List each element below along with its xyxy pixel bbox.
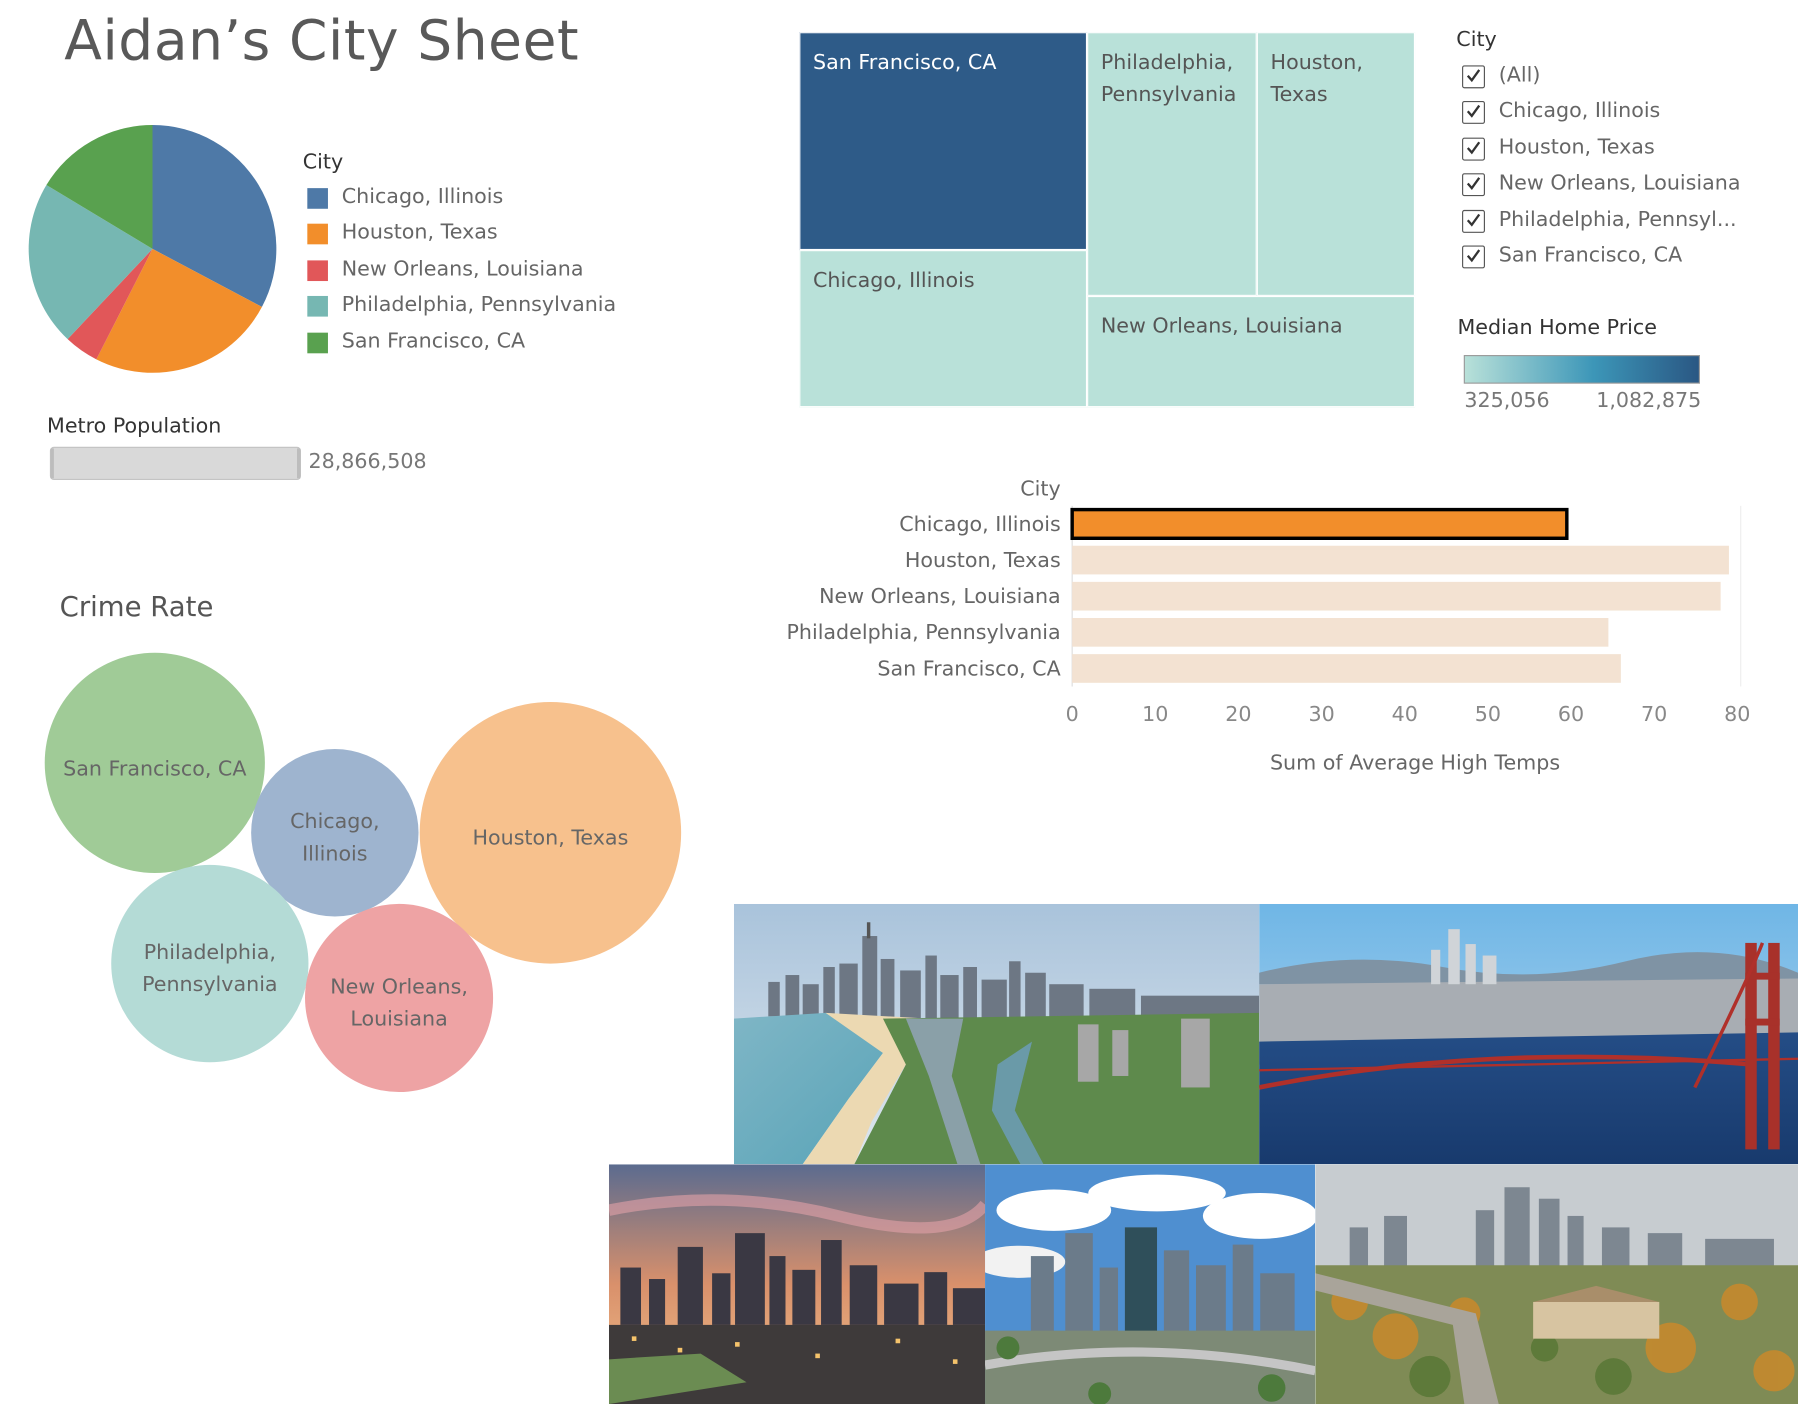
bubble-new-orleans[interactable]: New Orleans, Louisiana [305,903,494,1093]
legend-label: New Orleans, Louisiana [341,256,584,282]
checkbox[interactable] [1462,173,1485,197]
treemap-label-line-2: Texas [1270,82,1328,107]
check-icon [1466,249,1481,263]
checkbox[interactable] [1462,245,1485,269]
metro-population-title: Metro Population [47,414,222,439]
treemap-label-line-1: Philadelphia, [1100,50,1234,75]
metro-population-value: 28,866,508 [308,449,427,474]
treemap-label: Chicago, Illinois [813,268,975,293]
median-home-price-title: Median Home Price [1457,315,1657,340]
median-home-price-treemap[interactable]: San Francisco, CA Chicago, Illinois Phil… [799,32,1416,408]
bar-label-philadelphia: Philadelphia, Pennsylvania [786,620,1060,644]
filter-label: New Orleans, Louisiana [1498,170,1741,196]
crime-rate-bubble-chart[interactable]: San Francisco, CA Chicago, Illinois Hous… [34,642,688,1101]
bar-chart-title: City [1020,477,1060,501]
x-tick-label: 30 [1308,702,1334,726]
philadelphia-photo [1315,1164,1798,1404]
legend-swatch [307,188,328,209]
treemap-label: San Francisco, CA [813,50,997,75]
bar-chicago[interactable] [1070,507,1569,540]
treemap-label-line-2: Pennsylvania [1100,82,1237,107]
treemap-cell-san-francisco[interactable]: San Francisco, CA [799,32,1088,251]
treemap-label: New Orleans, Louisiana [1100,314,1343,339]
x-tick-label: 80 [1724,702,1750,726]
bar-new-orleans[interactable] [1072,581,1721,611]
bar-label-houston: Houston, Texas [905,548,1061,572]
legend-swatch [307,332,328,354]
pie-chart[interactable] [23,119,282,378]
new-orleans-photo [608,1164,986,1404]
bar-philadelphia[interactable] [1072,618,1609,647]
checkbox[interactable] [1462,100,1485,124]
filter-label: San Francisco, CA [1498,243,1683,268]
legend-swatch [307,295,328,317]
san-francisco-photo [1259,903,1798,1165]
bubble-label-line-1: Philadelphia, [144,940,276,964]
bubble-san-francisco[interactable]: San Francisco, CA [44,652,265,873]
median-home-price-min: 325,056 [1464,388,1550,413]
check-icon [1466,69,1481,83]
checkbox[interactable] [1462,137,1485,161]
legend-label: Chicago, Illinois [341,184,504,209]
legend-swatch [307,223,328,245]
legend-label: Houston, Texas [341,220,498,245]
average-high-temps-bar-chart[interactable]: City Sum of Average High Temps Chicago, … [757,465,1766,786]
bubble-label: Houston, Texas [473,825,629,849]
x-tick-label: 50 [1475,702,1501,726]
x-tick-label: 40 [1392,702,1418,726]
bar-label-san-francisco: San Francisco, CA [877,656,1060,680]
bubble-label-line-2: Pennsylvania [142,972,277,996]
x-tick-label: 0 [1066,702,1079,726]
filter-label: (All) [1498,63,1541,88]
bar-san-francisco[interactable] [1072,654,1621,683]
filter-label: Philadelphia, Pennsyl... [1498,207,1737,232]
filter-title: City [1456,27,1497,52]
check-icon [1466,177,1481,190]
metro-population-size-bar [49,446,302,481]
x-tick-label: 20 [1225,702,1251,726]
checkbox[interactable] [1462,65,1485,89]
treemap-cell-philadelphia[interactable]: Philadelphia, Pennsylvania [1087,32,1257,296]
check-icon [1466,104,1481,118]
bubble-label-line-1: Chicago, [290,809,379,833]
chicago-photo [733,903,1260,1165]
x-tick-label: 10 [1142,702,1168,726]
bar-label-new-orleans: New Orleans, Louisiana [819,584,1061,608]
crime-rate-title: Crime Rate [59,590,214,623]
bubble-philadelphia[interactable]: Philadelphia, Pennsylvania [111,864,309,1063]
treemap-label-line-1: Houston, [1270,50,1363,75]
x-tick-label: 70 [1641,702,1667,726]
x-tick-label: 60 [1558,702,1584,726]
filter-label: Chicago, Illinois [1498,98,1661,123]
bubble-label: San Francisco, CA [63,756,246,780]
bubble-label-line-1: New Orleans, [330,974,468,998]
bubble-label-line-2: Illinois [302,841,367,865]
legend-label: San Francisco, CA [341,329,526,354]
bar-label-chicago: Chicago, Illinois [899,512,1060,536]
legend-swatch [307,260,328,282]
pie-legend-title: City [302,150,344,175]
treemap-cell-new-orleans[interactable]: New Orleans, Louisiana [1087,295,1416,408]
x-axis-label: Sum of Average High Temps [1270,751,1560,775]
houston-photo [985,1164,1316,1404]
bubble-houston[interactable]: Houston, Texas [419,702,682,964]
page-title: Aidan’s City Sheet [64,9,580,74]
median-home-price-max: 1,082,875 [1596,388,1702,413]
check-icon [1466,141,1481,155]
filter-label: Houston, Texas [1498,135,1655,160]
bar-houston[interactable] [1072,545,1729,575]
legend-label: Philadelphia, Pennsylvania [341,292,617,317]
bubble-label-line-2: Louisiana [350,1007,447,1031]
checkbox[interactable] [1462,209,1485,233]
median-home-price-gradient [1463,355,1700,384]
treemap-cell-houston[interactable]: Houston, Texas [1256,32,1416,296]
check-icon [1466,213,1481,227]
treemap-cell-chicago[interactable]: Chicago, Illinois [799,250,1088,408]
